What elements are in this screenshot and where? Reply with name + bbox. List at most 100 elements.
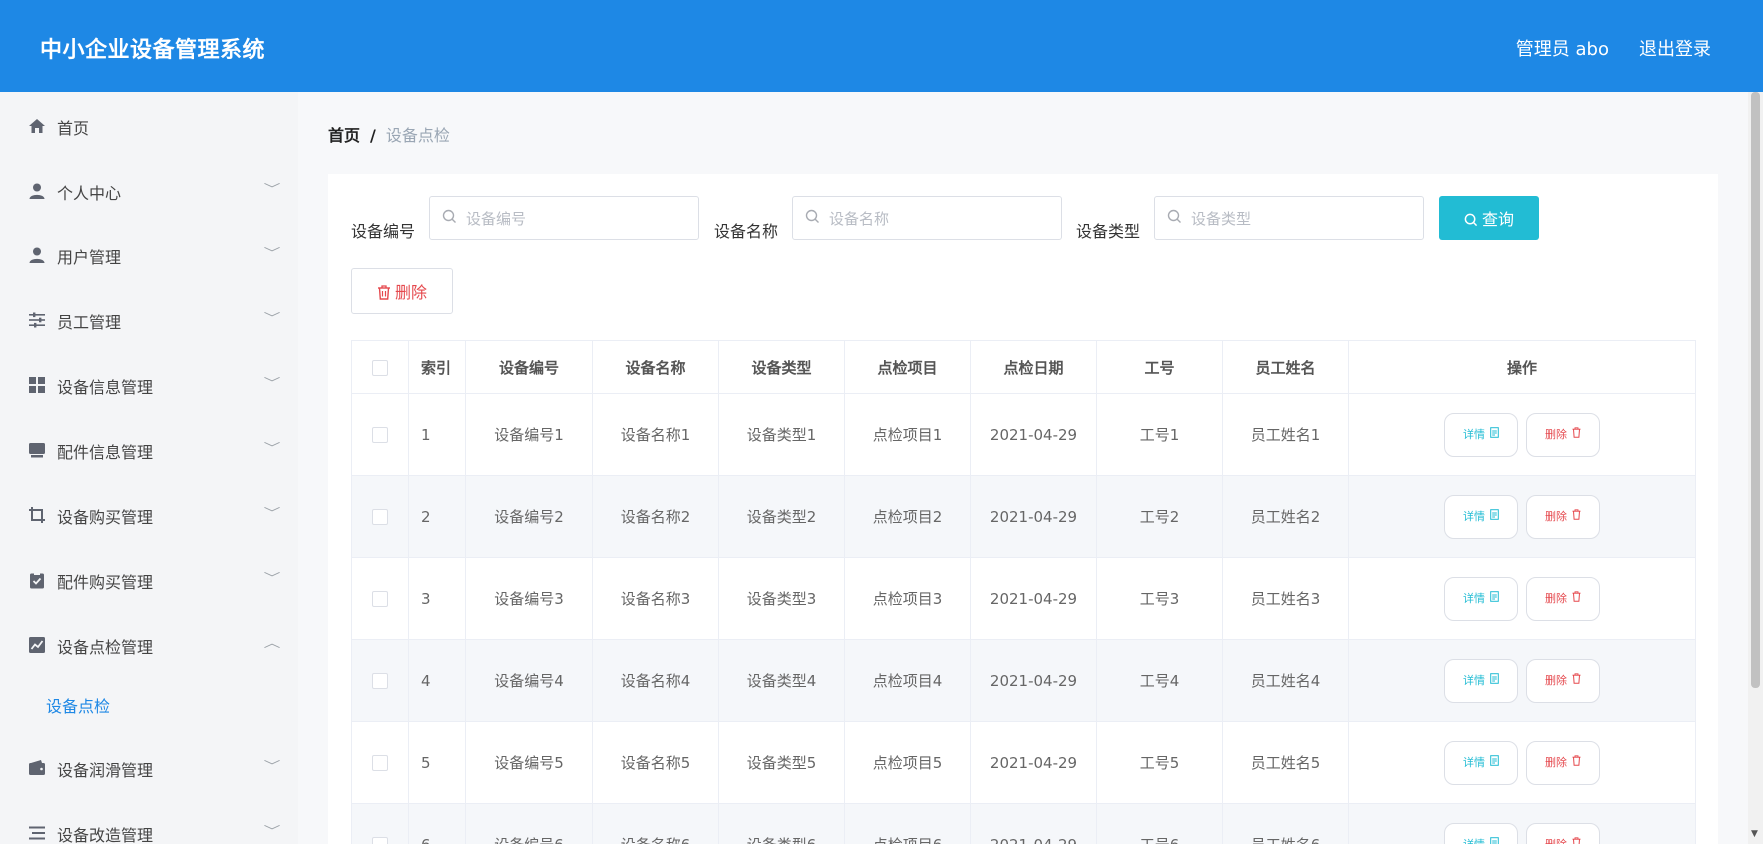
sidebar-item-parts-purchase[interactable]: 配件购买管理 ﹀ xyxy=(0,559,298,599)
delete-button[interactable]: 删除 xyxy=(1526,576,1600,621)
document-icon xyxy=(1490,672,1499,687)
sidebar-item-device-info[interactable]: 设备信息管理 ﹀ xyxy=(0,364,298,404)
chevron-down-icon: ﹀ xyxy=(263,441,281,455)
sliders-icon xyxy=(28,311,46,329)
detail-button[interactable]: 详情 xyxy=(1444,822,1518,844)
trash-icon xyxy=(1572,426,1581,441)
detail-button[interactable]: 详情 xyxy=(1444,658,1518,703)
row-select-cell[interactable] xyxy=(351,721,409,804)
code-search-field[interactable] xyxy=(429,196,699,240)
sidebar-item-label: 设备信息管理 xyxy=(57,378,154,397)
chevron-down-icon: ﹀ xyxy=(263,376,281,390)
chevron-down-icon: ﹀ xyxy=(263,246,281,260)
code-label: 设备编号 xyxy=(351,222,416,241)
row-checkbox[interactable] xyxy=(372,509,388,525)
table-row: 4 设备编号4 设备名称4 设备类型4 点检项目4 2021-04-29 工号4 员工姓名4 详… xyxy=(351,639,1696,722)
cell-device-code: 设备编号3 xyxy=(465,557,593,640)
sidebar-subitem-inspection[interactable]: 设备点检 xyxy=(46,693,246,723)
column-header-device-type: 设备类型 xyxy=(718,340,845,394)
scroll-down-arrow-icon[interactable]: ▼ xyxy=(1751,829,1758,839)
row-checkbox[interactable] xyxy=(372,427,388,443)
sidebar-item-parts-info[interactable]: 配件信息管理 ﹀ xyxy=(0,429,298,469)
delete-button[interactable]: 删除 xyxy=(1526,412,1600,457)
detail-button-label: 详情 xyxy=(1463,509,1485,523)
cell-inspection-date: 2021-04-29 xyxy=(970,475,1097,558)
detail-button[interactable]: 详情 xyxy=(1444,740,1518,785)
trash-icon xyxy=(1572,754,1581,769)
delete-button-label: 删除 xyxy=(1545,509,1567,523)
search-icon xyxy=(442,209,457,228)
name-search-input[interactable] xyxy=(827,205,1051,233)
sidebar-item-label: 配件购买管理 xyxy=(57,573,154,592)
main-content: 首页 / 设备点检 设备编号 设备名称 设备类型 查询 xyxy=(298,92,1748,844)
app-title: 中小企业设备管理系统 xyxy=(40,38,266,63)
select-all-cell[interactable] xyxy=(351,340,409,394)
clipboard-icon xyxy=(28,571,46,589)
type-search-field[interactable] xyxy=(1154,196,1424,240)
column-header-index: 索引 xyxy=(408,340,466,394)
cell-index: 5 xyxy=(408,721,466,804)
query-button-label: 查询 xyxy=(1481,209,1514,229)
name-search-field[interactable] xyxy=(792,196,1062,240)
document-icon xyxy=(1490,426,1499,441)
inbox-icon xyxy=(28,441,46,459)
logout-link[interactable]: 退出登录 xyxy=(1639,35,1711,61)
row-select-cell[interactable] xyxy=(351,475,409,558)
row-select-cell[interactable] xyxy=(351,557,409,640)
batch-delete-button[interactable]: 删除 xyxy=(351,268,453,314)
sidebar-item-inspection[interactable]: 设备点检管理 ︿ xyxy=(0,624,298,664)
trash-icon xyxy=(377,284,391,304)
chevron-down-icon: ﹀ xyxy=(263,506,281,520)
cell-employee-name: 员工姓名3 xyxy=(1222,557,1349,640)
cell-device-code: 设备编号5 xyxy=(465,721,593,804)
query-button[interactable]: 查询 xyxy=(1439,196,1539,240)
breadcrumb-home[interactable]: 首页 xyxy=(328,126,360,145)
sidebar-item-device-purchase[interactable]: 设备购买管理 ﹀ xyxy=(0,494,298,534)
scrollbar-thumb[interactable] xyxy=(1751,92,1760,688)
sidebar-item-users[interactable]: 用户管理 ﹀ xyxy=(0,234,298,274)
delete-button[interactable]: 删除 xyxy=(1526,822,1600,844)
sidebar-item-lubrication[interactable]: 设备润滑管理 ﹀ xyxy=(0,747,298,787)
delete-button[interactable]: 删除 xyxy=(1526,658,1600,703)
document-icon xyxy=(1490,590,1499,605)
sidebar-item-staff[interactable]: 员工管理 ﹀ xyxy=(0,299,298,339)
row-checkbox[interactable] xyxy=(372,673,388,689)
select-all-checkbox[interactable] xyxy=(372,359,388,376)
row-select-cell[interactable] xyxy=(351,393,409,476)
crop-icon xyxy=(28,506,46,524)
chevron-down-icon: ﹀ xyxy=(263,182,281,196)
cell-actions: 详情 删除 xyxy=(1348,557,1696,640)
cell-actions: 详情 删除 xyxy=(1348,475,1696,558)
sidebar-item-renovation[interactable]: 设备改造管理 ﹀ xyxy=(0,812,298,844)
user-icon xyxy=(28,246,46,264)
type-label: 设备类型 xyxy=(1076,222,1141,241)
detail-button-label: 详情 xyxy=(1463,755,1485,769)
type-search-input[interactable] xyxy=(1189,205,1413,233)
code-search-input[interactable] xyxy=(464,205,688,233)
delete-button[interactable]: 删除 xyxy=(1526,740,1600,785)
row-select-cell[interactable] xyxy=(351,803,409,844)
breadcrumb-separator: / xyxy=(370,126,376,145)
sidebar-item-profile[interactable]: 个人中心 ﹀ xyxy=(0,170,298,210)
sidebar-item-label: 首页 xyxy=(57,119,90,138)
row-checkbox[interactable] xyxy=(372,591,388,607)
row-checkbox[interactable] xyxy=(372,837,388,844)
cell-device-type: 设备类型2 xyxy=(718,475,845,558)
cell-employee-name: 员工姓名4 xyxy=(1222,639,1349,722)
chevron-down-icon: ﹀ xyxy=(263,311,281,325)
sidebar-item-label: 设备改造管理 xyxy=(57,826,154,844)
trash-icon xyxy=(1572,836,1581,844)
search-icon xyxy=(1167,209,1182,228)
page-scrollbar[interactable]: ▼ xyxy=(1748,92,1763,844)
detail-button[interactable]: 详情 xyxy=(1444,576,1518,621)
cell-inspection-date: 2021-04-29 xyxy=(970,721,1097,804)
cell-employee-id: 工号2 xyxy=(1096,475,1223,558)
row-checkbox[interactable] xyxy=(372,755,388,771)
row-select-cell[interactable] xyxy=(351,639,409,722)
cell-device-type: 设备类型1 xyxy=(718,393,845,476)
detail-button[interactable]: 详情 xyxy=(1444,412,1518,457)
detail-button[interactable]: 详情 xyxy=(1444,494,1518,539)
sidebar-item-label: 用户管理 xyxy=(57,248,122,267)
delete-button[interactable]: 删除 xyxy=(1526,494,1600,539)
sidebar-item-home[interactable]: 首页 xyxy=(0,105,298,145)
